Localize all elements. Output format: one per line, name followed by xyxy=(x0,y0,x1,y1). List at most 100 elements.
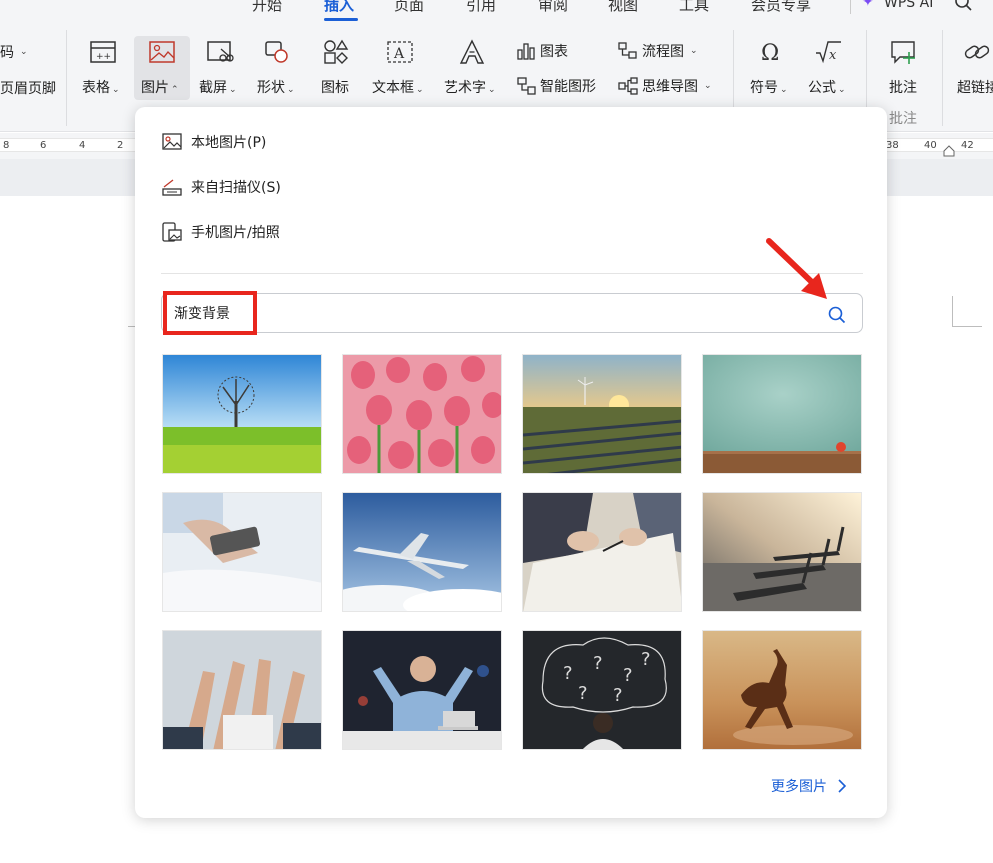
flowchart-label: 流程图 xyxy=(642,44,684,60)
top-search-icon[interactable] xyxy=(954,0,974,14)
thumbnail-team-hands-raised[interactable] xyxy=(162,630,322,750)
omega-symbol-icon: Ω xyxy=(761,41,779,65)
tab-insert[interactable]: 插入 xyxy=(324,0,354,15)
ribbon-tab-bar: 开始 插入 页面 引用 审阅 视图 工具 会员专享 ✦ WPS AI xyxy=(0,0,993,22)
flowchart-button[interactable]: 流程图 ⌄ xyxy=(618,41,698,61)
textbox-icon: A xyxy=(387,41,413,63)
phone-image-icon xyxy=(162,222,182,242)
screenshot-label: 截屏 xyxy=(199,80,227,96)
phone-picture-item[interactable]: 手机图片/拍照 xyxy=(161,221,280,243)
tree-meadow-image xyxy=(163,355,321,473)
smartart-label: 智能图形 xyxy=(540,79,596,95)
header-footer-button[interactable]: 页眉页脚 xyxy=(0,78,56,98)
ribbon-group-separator xyxy=(942,30,943,126)
thumbnail-gym-treadmills[interactable] xyxy=(702,492,862,612)
tab-page[interactable]: 页面 xyxy=(394,0,424,15)
bar-chart-icon xyxy=(517,43,535,60)
wps-ai-button[interactable]: WPS AI xyxy=(884,0,933,11)
picture-label: 图片 xyxy=(141,80,169,96)
tab-review[interactable]: 审阅 xyxy=(538,0,568,15)
annotation-highlight-box xyxy=(163,291,257,335)
page-margin-mark xyxy=(952,326,982,327)
svg-text:?: ? xyxy=(563,663,573,684)
pink-tulips-image xyxy=(343,355,501,473)
chevron-down-icon: ⌄ xyxy=(704,81,712,91)
shape-button[interactable]: 形状 ⌄ xyxy=(257,77,295,97)
icon-label: 图标 xyxy=(321,80,349,96)
chevron-down-icon: ⌄ xyxy=(690,46,698,56)
svg-text:x: x xyxy=(829,48,837,63)
comment-label: 批注 xyxy=(889,80,917,96)
svg-text:A: A xyxy=(393,46,405,62)
chevron-down-icon: ⌄ xyxy=(488,85,496,95)
hyperlink-button[interactable]: 超链接 xyxy=(957,77,993,97)
thumbnail-pink-tulips[interactable] xyxy=(342,354,502,474)
page-number-button[interactable]: 码 ⌄ xyxy=(0,42,28,62)
tab-reference[interactable]: 引用 xyxy=(466,0,496,15)
thumbnail-business-signing[interactable] xyxy=(522,492,682,612)
local-picture-item[interactable]: 本地图片(P) xyxy=(161,131,266,153)
chart-label: 图表 xyxy=(540,44,568,60)
picture-dropdown-panel: 本地图片(P) 来自扫描仪(S) 手机图片/拍照 渐变背景 ? ? ? ? ? … xyxy=(135,107,887,818)
airplane-clouds-image xyxy=(343,493,501,611)
ribbon-group-separator xyxy=(66,30,67,126)
picture-search-box xyxy=(161,293,863,333)
formula-label: 公式 xyxy=(808,80,836,96)
thumbnail-hand-phone[interactable] xyxy=(162,492,322,612)
link-icon xyxy=(964,45,990,59)
thumbnail-teal-wall-table[interactable] xyxy=(702,354,862,474)
hand-phone-image xyxy=(163,493,321,611)
icons-gallery-icon xyxy=(324,39,349,64)
chevron-down-icon: ⌄ xyxy=(20,47,28,57)
comment-button[interactable]: 批注 xyxy=(889,77,917,97)
picture-button[interactable]: 图片 ⌃ xyxy=(141,77,179,97)
search-icon[interactable] xyxy=(827,305,847,325)
mindmap-label: 思维导图 xyxy=(642,79,698,95)
ruler-number: 6 xyxy=(40,140,47,151)
page-number-label: 码 xyxy=(0,45,14,61)
local-image-icon xyxy=(162,133,182,150)
scanner-icon xyxy=(162,179,182,196)
chevron-down-icon: ⌄ xyxy=(287,85,295,95)
indent-marker-icon[interactable] xyxy=(942,144,956,158)
thumbnail-chalkboard-question-marks[interactable]: ?????? xyxy=(522,630,682,750)
chart-button[interactable]: 图表 xyxy=(516,41,568,61)
textbox-button[interactable]: 文本框 ⌄ xyxy=(372,77,424,97)
shape-icon xyxy=(265,41,288,63)
screenshot-button[interactable]: 截屏 ⌄ xyxy=(199,77,237,97)
smartart-button[interactable]: 智能图形 xyxy=(516,76,596,96)
formula-button[interactable]: 公式 ⌄ xyxy=(808,77,846,97)
wps-ai-logo-icon[interactable]: ✦ xyxy=(862,0,874,10)
svg-text:++: ++ xyxy=(96,52,111,62)
tab-home[interactable]: 开始 xyxy=(252,0,282,15)
active-tab-indicator xyxy=(324,18,358,21)
svg-text:?: ? xyxy=(613,685,623,706)
tab-tools[interactable]: 工具 xyxy=(679,0,709,15)
table-button[interactable]: 表格 ⌄ xyxy=(82,77,120,97)
ruler-number: 4 xyxy=(79,140,86,151)
scanner-item[interactable]: 来自扫描仪(S) xyxy=(161,176,281,198)
icon-button[interactable]: 图标 xyxy=(321,77,349,97)
thumbnail-businessman-celebrating[interactable] xyxy=(342,630,502,750)
tab-member[interactable]: 会员专享 xyxy=(751,0,811,15)
tab-view[interactable]: 视图 xyxy=(608,0,638,15)
textbox-label: 文本框 xyxy=(372,80,414,96)
more-pictures-link[interactable]: 更多图片 xyxy=(771,776,847,796)
thumbnail-airplane-clouds[interactable] xyxy=(342,492,502,612)
thumbnail-solar-field-sunset[interactable] xyxy=(522,354,682,474)
page-margin-mark xyxy=(952,296,953,326)
chalkboard-question-marks-image: ?????? xyxy=(523,631,681,749)
svg-text:Ω: Ω xyxy=(761,41,779,65)
shape-label: 形状 xyxy=(257,80,285,96)
annotation-arrow-icon xyxy=(766,238,827,299)
svg-text:?: ? xyxy=(623,665,633,686)
table-label: 表格 xyxy=(82,80,110,96)
symbol-button[interactable]: 符号 ⌄ xyxy=(750,77,788,97)
wordart-button[interactable]: 艺术字 ⌄ xyxy=(444,77,496,97)
chevron-down-icon: ⌄ xyxy=(112,85,120,95)
menu-divider xyxy=(161,273,863,274)
thumbnail-running-horse[interactable] xyxy=(702,630,862,750)
mindmap-button[interactable]: 思维导图 ⌄ xyxy=(618,76,712,96)
picture-search-input[interactable] xyxy=(174,303,774,323)
thumbnail-tree-meadow[interactable] xyxy=(162,354,322,474)
